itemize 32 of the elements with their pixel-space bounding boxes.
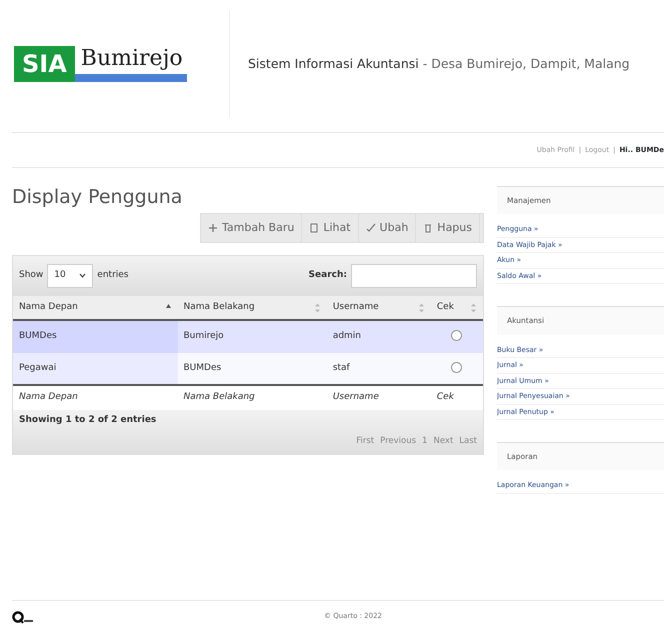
length-label: Show — [19, 269, 44, 282]
radio-button[interactable] — [451, 362, 462, 373]
table-cell: Bumirejo — [178, 320, 327, 353]
toolbar-button[interactable]: Tambah Baru — [201, 214, 302, 242]
page-header-title: Sistem Informasi Akuntansi - Desa Bumirejo, Dampit, Malang — [248, 54, 630, 73]
table-cell: staf — [326, 352, 431, 386]
page-title: Display Pengguna — [12, 186, 184, 209]
logo-text: SIA — [14, 46, 75, 82]
entries-info: Showing 1 to 2 of 2 entries — [19, 414, 158, 427]
entries-select[interactable]: 10 — [47, 264, 94, 288]
brand-logo-icon — [12, 610, 34, 624]
logo-text: Bumirejo — [74, 46, 187, 82]
document-icon — [309, 222, 320, 233]
column-header[interactable]: Cek — [430, 296, 483, 320]
column-header[interactable]: Nama Belakang — [178, 296, 327, 320]
plus-icon — [208, 222, 218, 233]
toolbar-button[interactable]: Hapus — [416, 214, 480, 242]
length-label: entries — [97, 269, 128, 282]
column-header[interactable]: Nama Depan — [13, 296, 178, 320]
toolbar-button[interactable]: Lihat — [302, 214, 359, 242]
column-header[interactable]: Username — [326, 296, 431, 320]
trash-icon — [423, 222, 434, 233]
search-field[interactable] — [351, 264, 477, 288]
caret-icon — [79, 273, 86, 278]
table-cell: Pegawai — [13, 352, 178, 386]
table-cell: BUMDes — [178, 352, 327, 386]
search-label: Search: — [308, 269, 347, 282]
table-cell: admin — [326, 320, 431, 353]
toolbar-button[interactable]: Ubah — [358, 214, 416, 242]
check-icon — [366, 222, 376, 233]
radio-button[interactable] — [451, 330, 462, 342]
table-cell: BUMDes — [13, 320, 178, 353]
